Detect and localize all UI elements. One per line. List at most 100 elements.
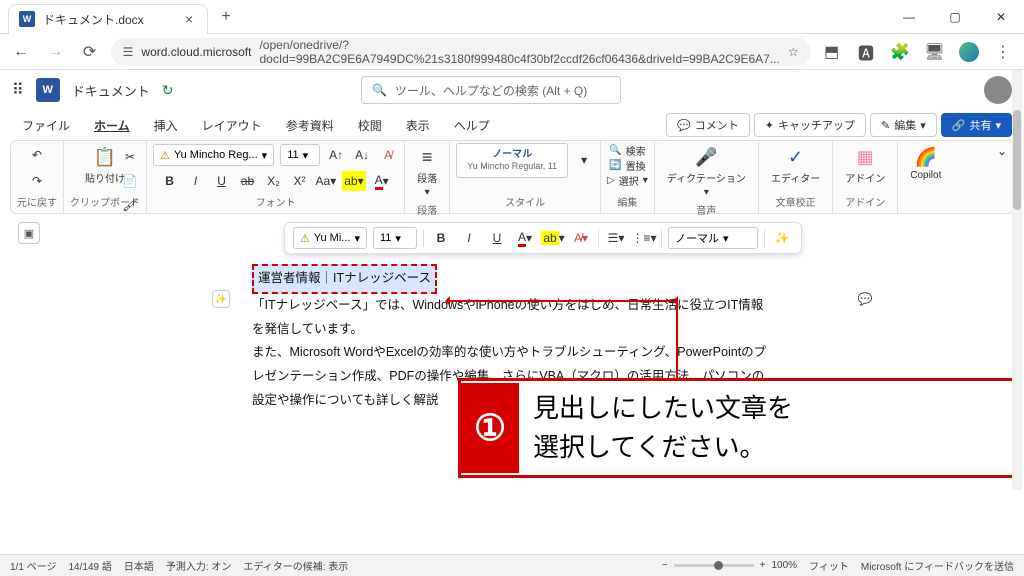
new-tab-button[interactable]: +: [212, 3, 240, 31]
back-button[interactable]: ←: [8, 38, 34, 66]
annotation-arrow-v: [676, 300, 678, 390]
grow-font-button[interactable]: A↑: [326, 145, 346, 165]
find-button[interactable]: 🔍 検索: [609, 143, 645, 158]
word-count[interactable]: 14/149 語: [68, 558, 111, 573]
replace-button[interactable]: 🔄 置換: [609, 158, 645, 173]
highlight-button[interactable]: ab▾: [342, 171, 365, 191]
tab-file[interactable]: ファイル: [12, 113, 80, 138]
user-avatar[interactable]: [984, 76, 1012, 104]
search-box[interactable]: 🔍 ツール、ヘルプなどの検索 (Alt + Q): [361, 76, 621, 104]
extensions-icon[interactable]: 🧩: [887, 38, 913, 66]
catchup-button[interactable]: ✦キャッチアップ: [754, 113, 866, 137]
close-tab-icon[interactable]: ×: [181, 11, 197, 27]
tab-review[interactable]: 校閲: [348, 113, 392, 138]
editor-button[interactable]: ✓エディター: [765, 143, 826, 189]
comments-button[interactable]: 💬コメント: [666, 113, 750, 137]
paragraph-button[interactable]: ≡段落▾: [411, 143, 443, 202]
mini-highlight[interactable]: ab▾: [542, 227, 564, 249]
chevron-down-icon: ▾: [995, 119, 1001, 132]
underline-button[interactable]: U: [212, 171, 232, 191]
editor-suggestions[interactable]: エディターの候補: 表示: [243, 558, 348, 573]
tab-view[interactable]: 表示: [396, 113, 440, 138]
browser-tab[interactable]: W ドキュメント.docx ×: [8, 4, 208, 34]
tab-layout[interactable]: レイアウト: [192, 113, 272, 138]
sync-status-icon[interactable]: ↻: [162, 82, 174, 99]
clear-format-button[interactable]: A̸: [378, 145, 398, 165]
select-button[interactable]: ▷ 選択 ▾: [607, 173, 648, 188]
vertical-scrollbar[interactable]: [1012, 70, 1022, 490]
install-icon[interactable]: ⬒: [819, 38, 845, 66]
tab-references[interactable]: 参考資料: [276, 113, 344, 138]
copy-button[interactable]: 📄: [120, 171, 140, 191]
dictation-button[interactable]: 🎤ディクテーション▾: [661, 143, 752, 202]
tab-help[interactable]: ヘルプ: [444, 113, 500, 138]
chevron-down-icon: ▾: [303, 149, 309, 162]
minimize-button[interactable]: ―: [886, 0, 932, 34]
font-color-button[interactable]: A▾: [372, 171, 392, 191]
font-name-select[interactable]: ⚠Yu Mincho Reg...▾: [153, 144, 274, 166]
font-size-select[interactable]: 11▾: [280, 144, 320, 166]
copilot-margin-icon[interactable]: ✨: [212, 290, 230, 308]
mini-bold[interactable]: B: [430, 227, 452, 249]
zoom-level[interactable]: 100%: [771, 560, 797, 571]
mini-numbering[interactable]: ⋮≡▾: [633, 227, 655, 249]
comment-indicator-icon[interactable]: 💬: [856, 290, 874, 308]
mini-underline[interactable]: U: [486, 227, 508, 249]
mini-style-select[interactable]: ノーマル▾: [668, 227, 758, 249]
mini-font-select[interactable]: ⚠Yu Mi...▾: [293, 227, 367, 249]
mini-font-color[interactable]: A▾: [514, 227, 536, 249]
shrink-font-button[interactable]: A↓: [352, 145, 372, 165]
fit-button[interactable]: フィット: [809, 558, 849, 573]
site-info-icon[interactable]: ☰: [123, 45, 134, 59]
undo-button[interactable]: ↶: [27, 145, 47, 165]
star-icon[interactable]: ☆: [788, 45, 799, 59]
strikethrough-button[interactable]: ab: [238, 171, 258, 191]
styles-more-button[interactable]: ▾: [574, 150, 594, 170]
addins-button[interactable]: ▦アドイン: [839, 143, 891, 189]
superscript-button[interactable]: X²: [290, 171, 310, 191]
zoom-out-button[interactable]: −: [662, 560, 668, 571]
ribbon-collapse-button[interactable]: ⌄: [991, 141, 1013, 161]
profile-avatar[interactable]: [956, 38, 982, 66]
app-launcher-icon[interactable]: ⠿: [12, 80, 24, 100]
refresh-button[interactable]: ⟳: [76, 38, 102, 66]
mini-bullets[interactable]: ☰▾: [605, 227, 627, 249]
maximize-button[interactable]: ▢: [932, 0, 978, 34]
word-app-icon[interactable]: W: [36, 78, 60, 102]
share-button[interactable]: 🔗共有▾: [941, 113, 1012, 137]
cut-button[interactable]: ✂: [120, 147, 140, 167]
mini-size-select[interactable]: 11▾: [373, 227, 417, 249]
document-name[interactable]: ドキュメント: [72, 81, 150, 100]
group-voice: 🎤ディクテーション▾ 音声: [654, 141, 758, 213]
tab-home[interactable]: ホーム: [84, 113, 140, 138]
close-window-button[interactable]: ✕: [978, 0, 1024, 34]
zoom-controls: − + 100%: [662, 560, 797, 571]
paragraph-1[interactable]: 「ITナレッジベース」では、WindowsやiPhoneの使い方をはじめ、日常生…: [252, 298, 763, 336]
style-normal[interactable]: ノーマルYu Mincho Regular, 11: [456, 143, 568, 178]
change-case-button[interactable]: Aa▾: [316, 171, 337, 191]
selected-heading-text[interactable]: 運営者情報｜ITナレッジベース: [252, 264, 437, 294]
italic-button[interactable]: I: [186, 171, 206, 191]
mini-italic[interactable]: I: [458, 227, 480, 249]
predictive-input[interactable]: 予測入力: オン: [166, 558, 232, 573]
format-painter-button[interactable]: 🖌: [120, 195, 140, 215]
pages-pane-button[interactable]: ▣: [18, 222, 40, 244]
feedback-link[interactable]: Microsoft にフィードバックを送信: [861, 558, 1014, 573]
page-count[interactable]: 1/1 ページ: [10, 558, 56, 573]
editing-mode-button[interactable]: ✎編集▾: [870, 113, 937, 137]
zoom-slider[interactable]: [674, 564, 754, 567]
language[interactable]: 日本語: [124, 558, 154, 573]
mini-clear-format[interactable]: A̸▾: [570, 227, 592, 249]
copilot-button[interactable]: 🌈Copilot: [904, 143, 947, 185]
desktop-icon[interactable]: 🖥: [921, 38, 947, 66]
mini-copilot[interactable]: ✨: [771, 227, 793, 249]
bold-button[interactable]: B: [160, 171, 180, 191]
tab-insert[interactable]: 挿入: [144, 113, 188, 138]
subscript-button[interactable]: X₂: [264, 171, 284, 191]
pencil-icon: ✎: [881, 119, 890, 132]
url-box[interactable]: ☰ word.cloud.microsoft/open/onedrive/?do…: [111, 38, 811, 66]
more-icon[interactable]: ⋮: [990, 38, 1016, 66]
translate-icon[interactable]: 🅰: [853, 38, 879, 66]
zoom-in-button[interactable]: +: [760, 560, 766, 571]
redo-button[interactable]: ↷: [27, 171, 47, 191]
